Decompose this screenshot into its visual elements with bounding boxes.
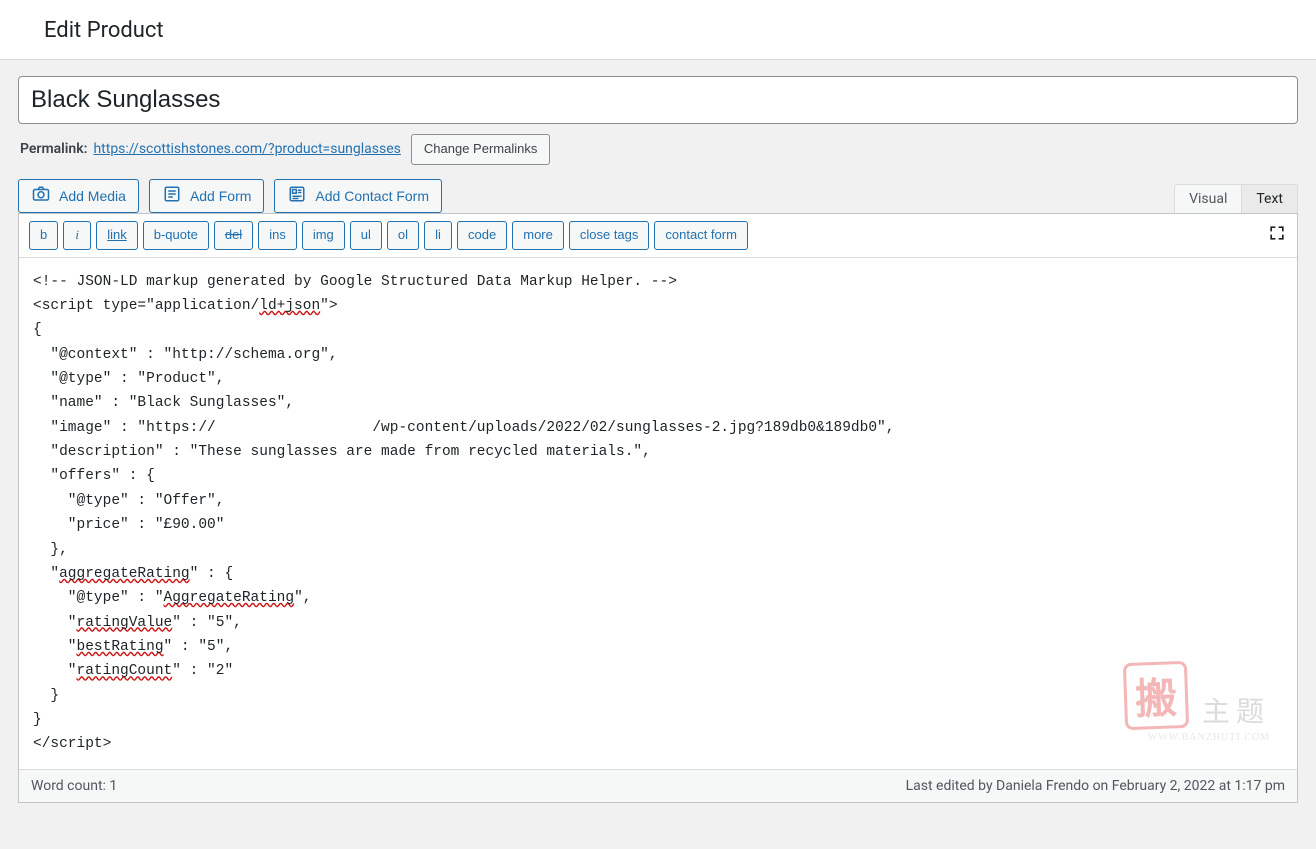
tab-text[interactable]: Text [1242,184,1298,213]
content-textarea[interactable]: <!-- JSON-LD markup generated by Google … [19,258,1297,769]
change-permalinks-button[interactable]: Change Permalinks [411,134,550,165]
tab-visual[interactable]: Visual [1174,184,1242,213]
add-contact-form-label: Add Contact Form [315,188,429,204]
quicktags-buttons: b i link b-quote del ins img ul ol li co… [29,221,748,250]
status-bar: Word count: 1 Last edited by Daniela Fre… [19,769,1297,802]
last-edited: Last edited by Daniela Frendo on Februar… [906,778,1285,794]
media-buttons: Add Media Add Form Add Contact Form [18,179,442,213]
editor-tabs: Visual Text [1174,184,1298,213]
post-title-input[interactable] [18,76,1298,124]
add-media-label: Add Media [59,188,126,204]
contact-form-icon [287,185,307,206]
qt-ins-button[interactable]: ins [258,221,297,250]
qt-ol-button[interactable]: ol [387,221,419,250]
permalink-url-link[interactable]: https://scottishstones.com/?product=sung… [93,141,400,157]
media-toolbar-row: Add Media Add Form Add Contact Form Visu… [18,179,1298,213]
editor-box: b i link b-quote del ins img ul ol li co… [18,213,1298,803]
form-icon [162,185,182,206]
qt-closetags-button[interactable]: close tags [569,221,650,250]
word-count: Word count: 1 [31,778,117,794]
fullscreen-icon[interactable] [1267,223,1287,247]
add-media-button[interactable]: Add Media [18,179,139,213]
qt-link-button[interactable]: link [96,221,138,250]
add-contact-form-button[interactable]: Add Contact Form [274,179,442,213]
camera-icon [31,185,51,206]
qt-bold-button[interactable]: b [29,221,58,250]
qt-italic-button[interactable]: i [63,221,91,250]
add-form-label: Add Form [190,188,251,204]
qt-del-button[interactable]: del [214,221,253,250]
page-title: Edit Product [44,18,1272,43]
page-header: Edit Product [0,0,1316,60]
add-form-button[interactable]: Add Form [149,179,264,213]
permalink-label: Permalink: [20,141,87,157]
qt-more-button[interactable]: more [512,221,564,250]
qt-code-button[interactable]: code [457,221,507,250]
permalink-row: Permalink: https://scottishstones.com/?p… [18,124,1298,179]
qt-contactform-button[interactable]: contact form [654,221,748,250]
qt-bquote-button[interactable]: b-quote [143,221,209,250]
qt-img-button[interactable]: img [302,221,345,250]
qt-li-button[interactable]: li [424,221,452,250]
quicktags-bar: b i link b-quote del ins img ul ol li co… [19,214,1297,258]
qt-ul-button[interactable]: ul [350,221,382,250]
editor-content: Permalink: https://scottishstones.com/?p… [0,60,1316,803]
